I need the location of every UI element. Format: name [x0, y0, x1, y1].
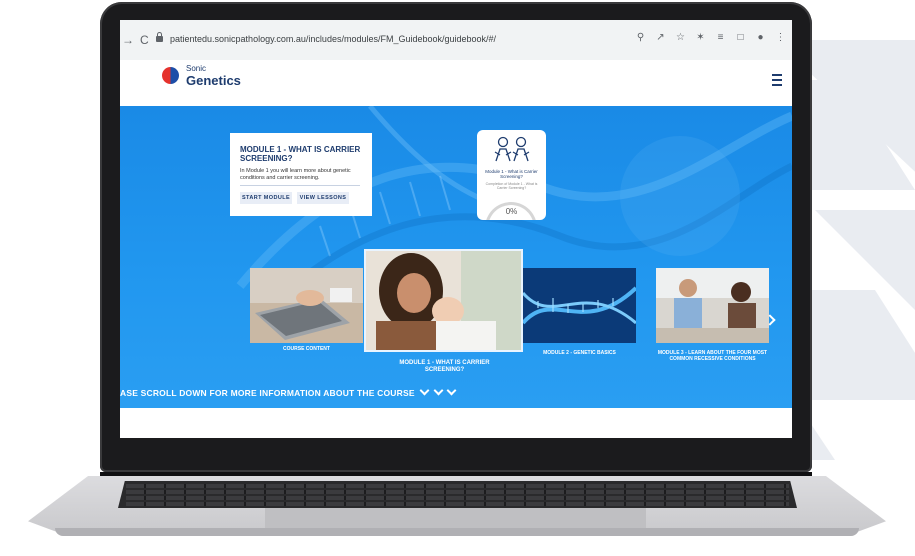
module-2-label[interactable]: MODULE 2 - GENETIC BASICS	[523, 350, 636, 356]
progress-card-subtitle: Completion of Module 1 - What is Carrier…	[485, 182, 538, 190]
module-card-description: In Module 1 you will learn more about ge…	[240, 168, 351, 181]
site-header: Sonic Genetics	[120, 60, 792, 106]
start-module-button[interactable]: START MODULE	[240, 192, 292, 204]
sonic-genetics-logo-icon[interactable]	[162, 67, 179, 84]
menu-icon[interactable]: ⋮	[775, 32, 786, 43]
share-icon[interactable]: ↗	[655, 32, 666, 43]
reload-button[interactable]: C	[140, 33, 149, 47]
module-3-tile[interactable]	[656, 268, 769, 343]
search-icon[interactable]: ⚲	[635, 32, 646, 43]
sidebar-icon[interactable]: □	[735, 32, 746, 43]
browser-toolbar: → C patientedu.sonicpathology.com.au/inc…	[120, 20, 792, 61]
hero-banner: MODULE 1 - WHAT IS CARRIER SCREENING? In…	[120, 106, 792, 408]
progress-card[interactable]: Module 1 - What is Carrier Screening? Co…	[477, 130, 546, 220]
course-content-label[interactable]: COURSE CONTENT	[250, 346, 363, 352]
brand-name-top: Sonic	[186, 64, 207, 73]
laptop-base-edge	[55, 528, 859, 536]
chevron-down-icon	[433, 385, 444, 396]
module-1-tile[interactable]	[364, 249, 523, 352]
profile-icon[interactable]: ●	[755, 32, 766, 43]
view-lessons-button[interactable]: VIEW LESSONS	[297, 192, 349, 204]
progress-card-title: Module 1 - What is Carrier Screening?	[485, 169, 538, 179]
scroll-hint[interactable]: ASE SCROLL DOWN FOR MORE INFORMATION ABO…	[120, 385, 457, 398]
extensions-icon[interactable]: ✶	[695, 32, 706, 43]
course-content-tile[interactable]	[250, 268, 363, 343]
laptop-screen: → C patientedu.sonicpathology.com.au/inc…	[120, 20, 792, 438]
url-text[interactable]: patientedu.sonicpathology.com.au/include…	[170, 34, 496, 44]
star-icon[interactable]: ☆	[675, 32, 686, 43]
module-1-label[interactable]: MODULE 1 - WHAT IS CARRIER SCREENING?	[382, 360, 507, 374]
brand-name-bottom: Genetics	[186, 73, 241, 88]
module-2-tile[interactable]	[523, 268, 636, 343]
mother-baby-photo	[366, 251, 521, 350]
module-card-title: MODULE 1 - WHAT IS CARRIER SCREENING?	[240, 145, 361, 163]
keyboard-row	[126, 502, 789, 506]
divider	[240, 185, 360, 186]
keyboard-row	[126, 496, 789, 500]
chevron-down-icon	[446, 385, 457, 396]
consultation-photo	[656, 268, 769, 343]
laptop-keyboard	[118, 481, 797, 508]
laptop-hands-photo	[250, 268, 363, 343]
scroll-hint-text: ASE SCROLL DOWN FOR MORE INFORMATION ABO…	[120, 388, 415, 398]
module-info-card: MODULE 1 - WHAT IS CARRIER SCREENING? In…	[230, 133, 372, 216]
dna-helix-photo	[523, 268, 636, 343]
keyboard-row	[126, 490, 789, 494]
forward-icon[interactable]: →	[122, 33, 134, 47]
hamburger-menu-icon[interactable]	[772, 74, 782, 86]
reading-list-icon[interactable]: ≡	[715, 32, 726, 43]
chevron-down-icon	[419, 385, 430, 396]
progress-percent: 0%	[505, 207, 518, 216]
keyboard-row	[126, 484, 789, 488]
page-content-below	[120, 408, 792, 438]
lock-icon	[156, 32, 163, 42]
module-3-label[interactable]: MODULE 3 - LEARN ABOUT THE FOUR MOST COM…	[656, 350, 769, 362]
children-icon	[494, 136, 530, 162]
